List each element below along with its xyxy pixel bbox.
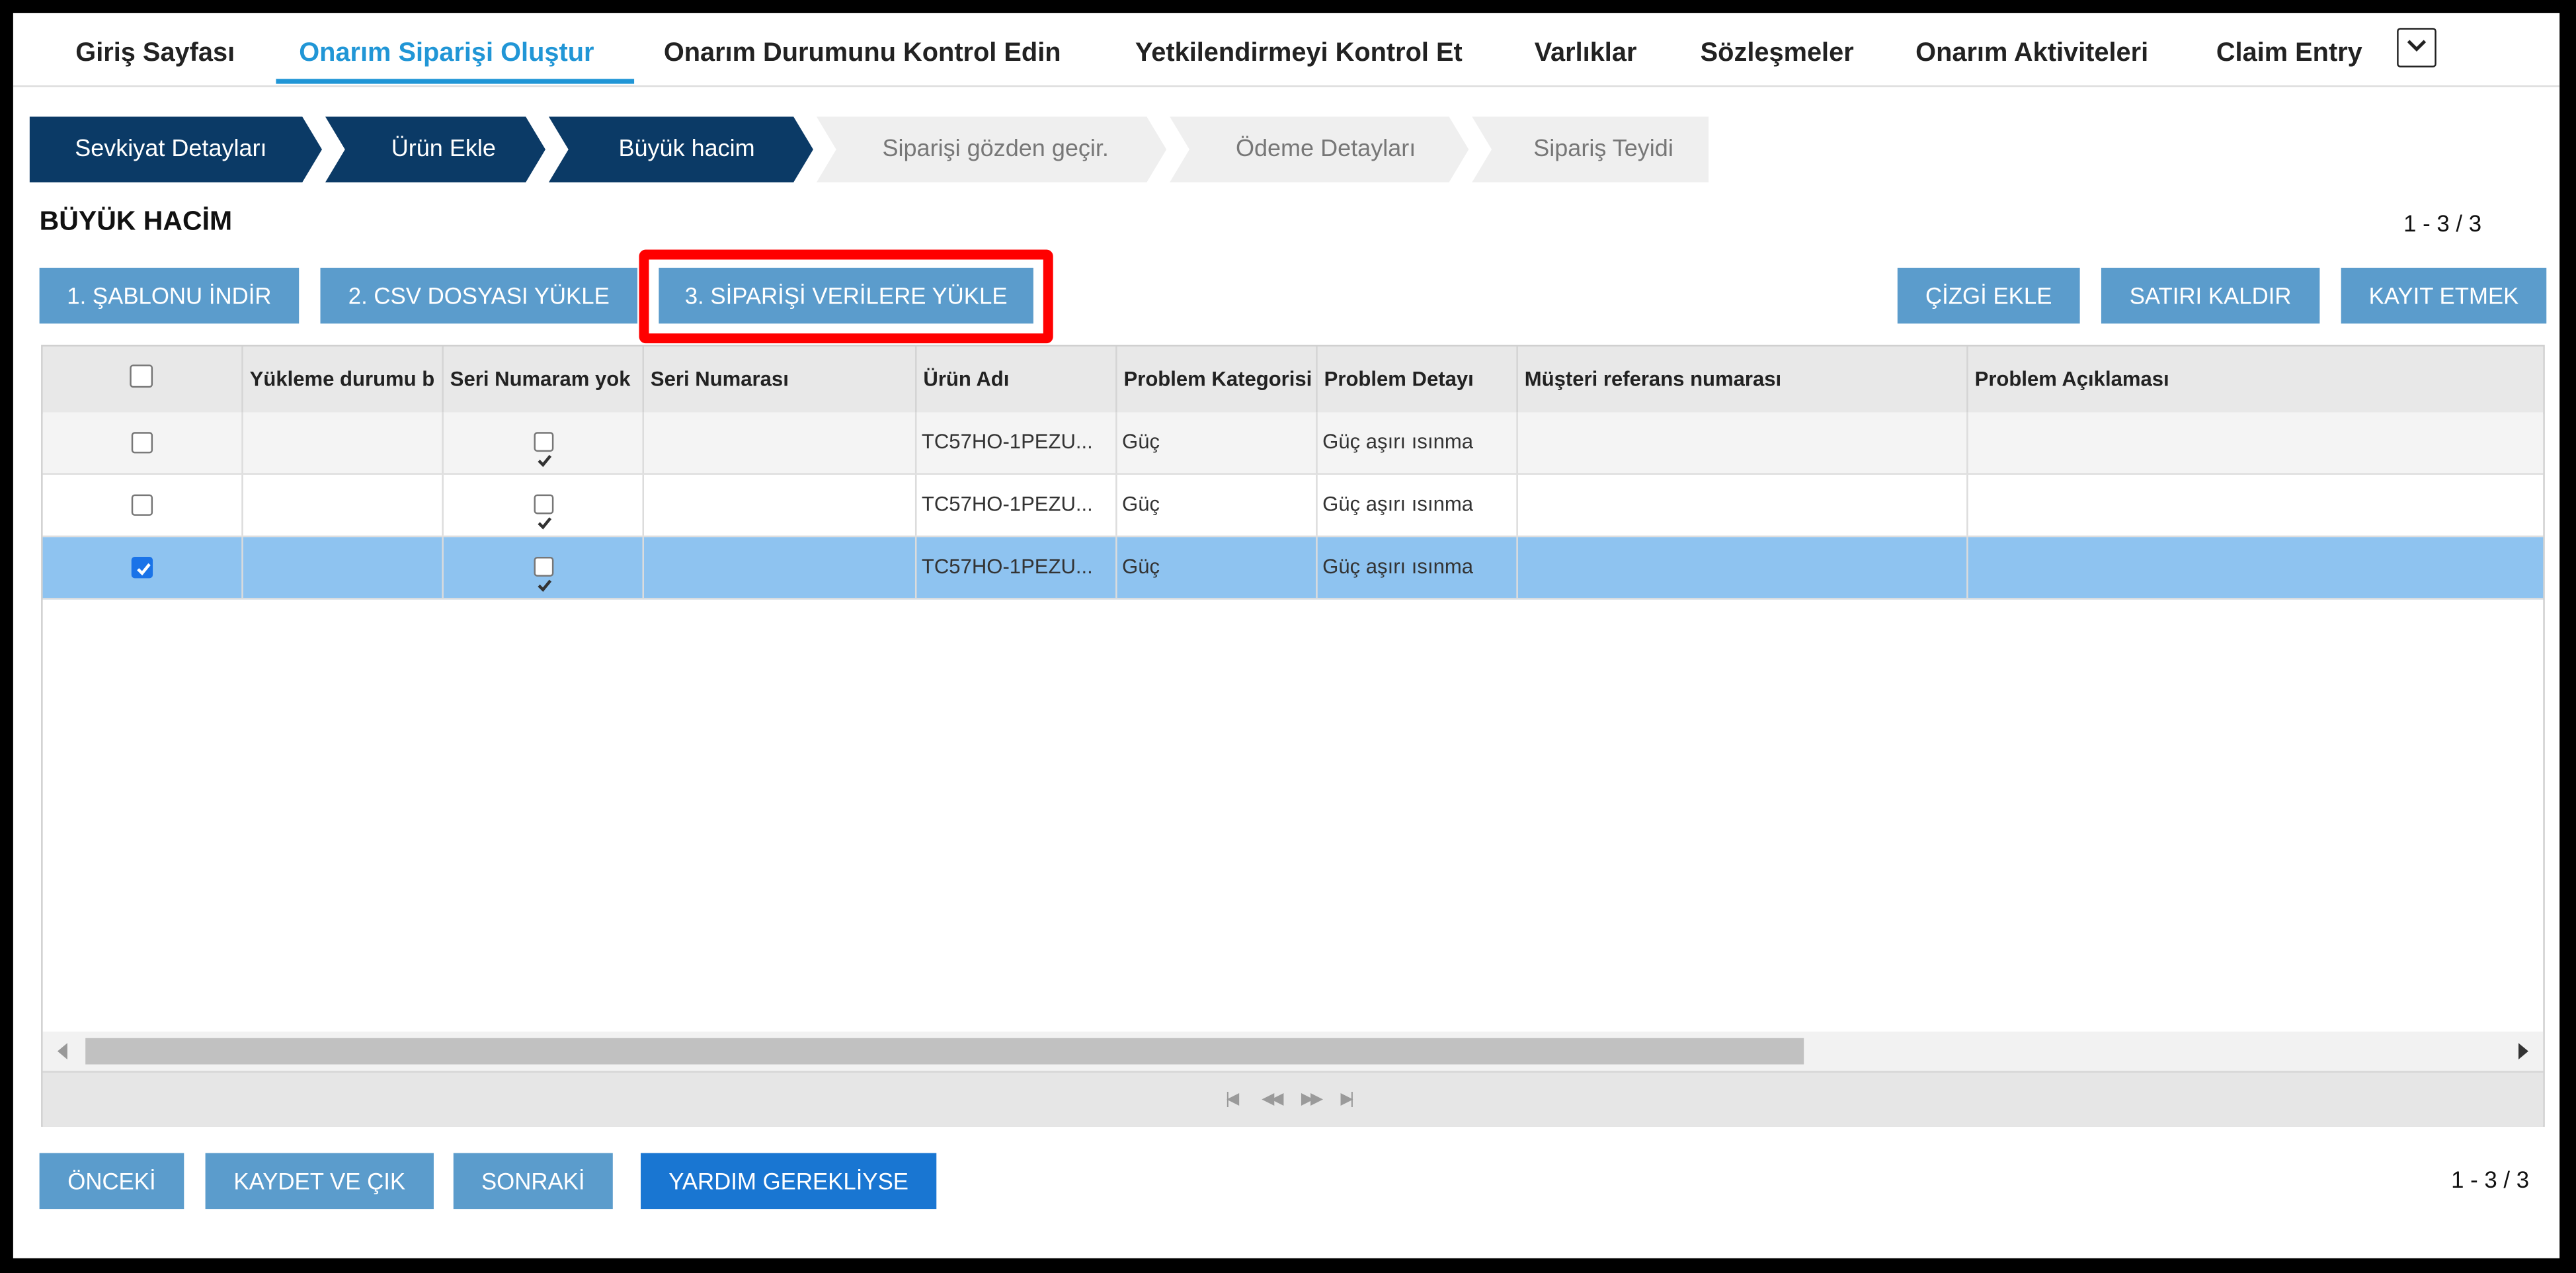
cell-problem-detail[interactable]: Güç aşırı ısınma — [1318, 412, 1518, 473]
step-order-confirmation: Sipariş Teyidi — [1533, 136, 1673, 163]
cell-customer-ref[interactable] — [1518, 412, 1968, 473]
bulk-order-grid: Yükleme durumu b Seri Numaram yok Seri N… — [41, 345, 2545, 1127]
cell-upload-status[interactable] — [243, 537, 444, 598]
no-serial-checkbox[interactable] — [534, 494, 554, 530]
select-all-cell — [43, 347, 243, 413]
nav-item-create-repair-order[interactable]: Onarım Siparişi Oluştur — [299, 13, 594, 85]
cell-product-name[interactable]: TC57HO-1PEZU... — [916, 537, 1117, 598]
next-button[interactable]: SONRAKİ — [453, 1153, 613, 1210]
row-select-checkbox[interactable] — [131, 432, 153, 454]
nav-item-contracts[interactable]: Sözleşmeler — [1701, 13, 1854, 85]
cell-problem-description[interactable] — [1968, 537, 2544, 598]
previous-button[interactable]: ÖNCEKİ — [39, 1153, 184, 1210]
add-line-button[interactable]: ÇİZGİ EKLE — [1897, 267, 2080, 324]
cell-customer-ref[interactable] — [1518, 474, 1968, 536]
cell-serial-number[interactable] — [644, 474, 917, 536]
help-needed-button[interactable]: YARDIM GEREKLİYSE — [641, 1153, 937, 1210]
nav-item-check-authorization[interactable]: Yetkilendirmeyi Kontrol Et — [1135, 13, 1463, 85]
last-page-icon[interactable]: ▶| — [1341, 1090, 1355, 1108]
top-nav: Giriş Sayfası Onarım Siparişi Oluştur On… — [13, 13, 2560, 87]
row-select-checkbox[interactable] — [131, 494, 153, 516]
remove-row-button[interactable]: SATIRI KALDIR — [2101, 267, 2320, 324]
table-row[interactable]: TC57HO-1PEZU... Güç Güç aşırı ısınma — [42, 474, 2544, 538]
cell-no-serial[interactable] — [444, 412, 644, 473]
record-count-bottom: 1 - 3 / 3 — [2451, 1166, 2530, 1193]
table-row[interactable]: TC57HO-1PEZU... Güç Güç aşırı ısınma — [42, 537, 2544, 600]
step-shipping-details: Sevkiyat Detayları — [75, 136, 267, 163]
column-header-no-serial[interactable]: Seri Numaram yok — [444, 347, 644, 413]
cell-upload-status[interactable] — [243, 474, 444, 536]
scrollbar-thumb[interactable] — [85, 1038, 1804, 1065]
cell-problem-description[interactable] — [1968, 475, 2544, 536]
active-tab-underline — [276, 79, 635, 84]
nav-item-home[interactable]: Giriş Sayfası — [75, 13, 235, 85]
chevron-down-icon — [2407, 40, 2427, 52]
scroll-right-icon[interactable] — [2518, 1043, 2528, 1060]
record-count-top: 1 - 3 / 3 — [2403, 210, 2482, 237]
cell-problem-description[interactable] — [1968, 412, 2544, 473]
column-header-customer-ref[interactable]: Müşteri referans numarası — [1518, 347, 1968, 413]
nav-item-check-repair-status[interactable]: Onarım Durumunu Kontrol Edin — [664, 13, 1061, 85]
cell-product-name[interactable]: TC57HO-1PEZU... — [916, 474, 1117, 536]
horizontal-scrollbar[interactable] — [42, 1031, 2544, 1071]
cell-no-serial[interactable] — [444, 474, 644, 536]
grid-header: Yükleme durumu b Seri Numaram yok Seri N… — [42, 347, 2544, 414]
cell-serial-number[interactable] — [644, 537, 917, 598]
step-review-order: Siparişi gözden geçir. — [882, 136, 1109, 163]
cell-upload-status[interactable] — [243, 412, 444, 473]
save-button[interactable]: KAYIT ETMEK — [2341, 267, 2547, 324]
column-header-serial-number[interactable]: Seri Numarası — [644, 347, 917, 413]
nav-item-assets[interactable]: Varlıklar — [1535, 13, 1637, 85]
cell-product-name[interactable]: TC57HO-1PEZU... — [916, 412, 1117, 473]
table-row[interactable]: TC57HO-1PEZU... Güç Güç aşırı ısınma — [42, 412, 2544, 475]
previous-page-icon[interactable]: ◀◀ — [1262, 1090, 1283, 1108]
cell-no-serial[interactable] — [444, 537, 644, 598]
save-and-exit-button[interactable]: KAYDET VE ÇIK — [205, 1153, 434, 1210]
step-add-product: Ürün Ekle — [391, 136, 496, 163]
column-header-upload-status[interactable]: Yükleme durumu b — [243, 347, 444, 413]
no-serial-checkbox[interactable] — [534, 432, 554, 468]
cell-problem-category[interactable]: Güç — [1117, 474, 1318, 536]
first-page-icon[interactable]: |◀ — [1226, 1090, 1240, 1108]
cell-problem-category[interactable]: Güç — [1117, 537, 1318, 598]
cell-customer-ref[interactable] — [1518, 537, 1968, 598]
nav-item-repair-activities[interactable]: Onarım Aktiviteleri — [1915, 13, 2148, 85]
cell-problem-category[interactable]: Güç — [1117, 412, 1318, 473]
grid-pager: |◀ ◀◀ ▶▶ ▶| — [42, 1071, 2544, 1127]
step-payment-details: Ödeme Detayları — [1235, 136, 1416, 163]
nav-item-claim-entry[interactable]: Claim Entry — [2216, 13, 2362, 85]
page-title: BÜYÜK HACİM — [39, 206, 233, 237]
select-all-checkbox[interactable] — [130, 364, 153, 388]
cell-serial-number[interactable] — [644, 412, 917, 473]
cell-select — [43, 537, 243, 598]
nav-more-button[interactable] — [2397, 28, 2436, 67]
row-select-checkbox[interactable] — [131, 557, 153, 579]
cell-problem-detail[interactable]: Güç aşırı ısınma — [1318, 537, 1518, 598]
next-page-icon[interactable]: ▶▶ — [1301, 1090, 1323, 1108]
column-header-problem-detail[interactable]: Problem Detayı — [1318, 347, 1518, 413]
cell-problem-detail[interactable]: Güç aşırı ısınma — [1318, 474, 1518, 536]
column-header-product-name[interactable]: Ürün Adı — [916, 347, 1117, 413]
upload-csv-button[interactable]: 2. CSV DOSYASI YÜKLE — [320, 267, 638, 324]
app-frame: Giriş Sayfası Onarım Siparişi Oluştur On… — [13, 13, 2560, 1258]
scroll-left-icon[interactable] — [57, 1043, 67, 1060]
cell-select — [43, 412, 243, 473]
download-template-button[interactable]: 1. ŞABLONU İNDİR — [39, 267, 300, 324]
cell-select — [43, 474, 243, 536]
no-serial-checkbox[interactable] — [534, 557, 554, 593]
column-header-problem-category[interactable]: Problem Kategorisi — [1117, 347, 1318, 413]
step-bulk-volume: Büyük hacim — [618, 136, 755, 163]
highlight-annotation — [639, 249, 1053, 344]
column-header-problem-description[interactable]: Problem Açıklaması — [1968, 347, 2544, 412]
